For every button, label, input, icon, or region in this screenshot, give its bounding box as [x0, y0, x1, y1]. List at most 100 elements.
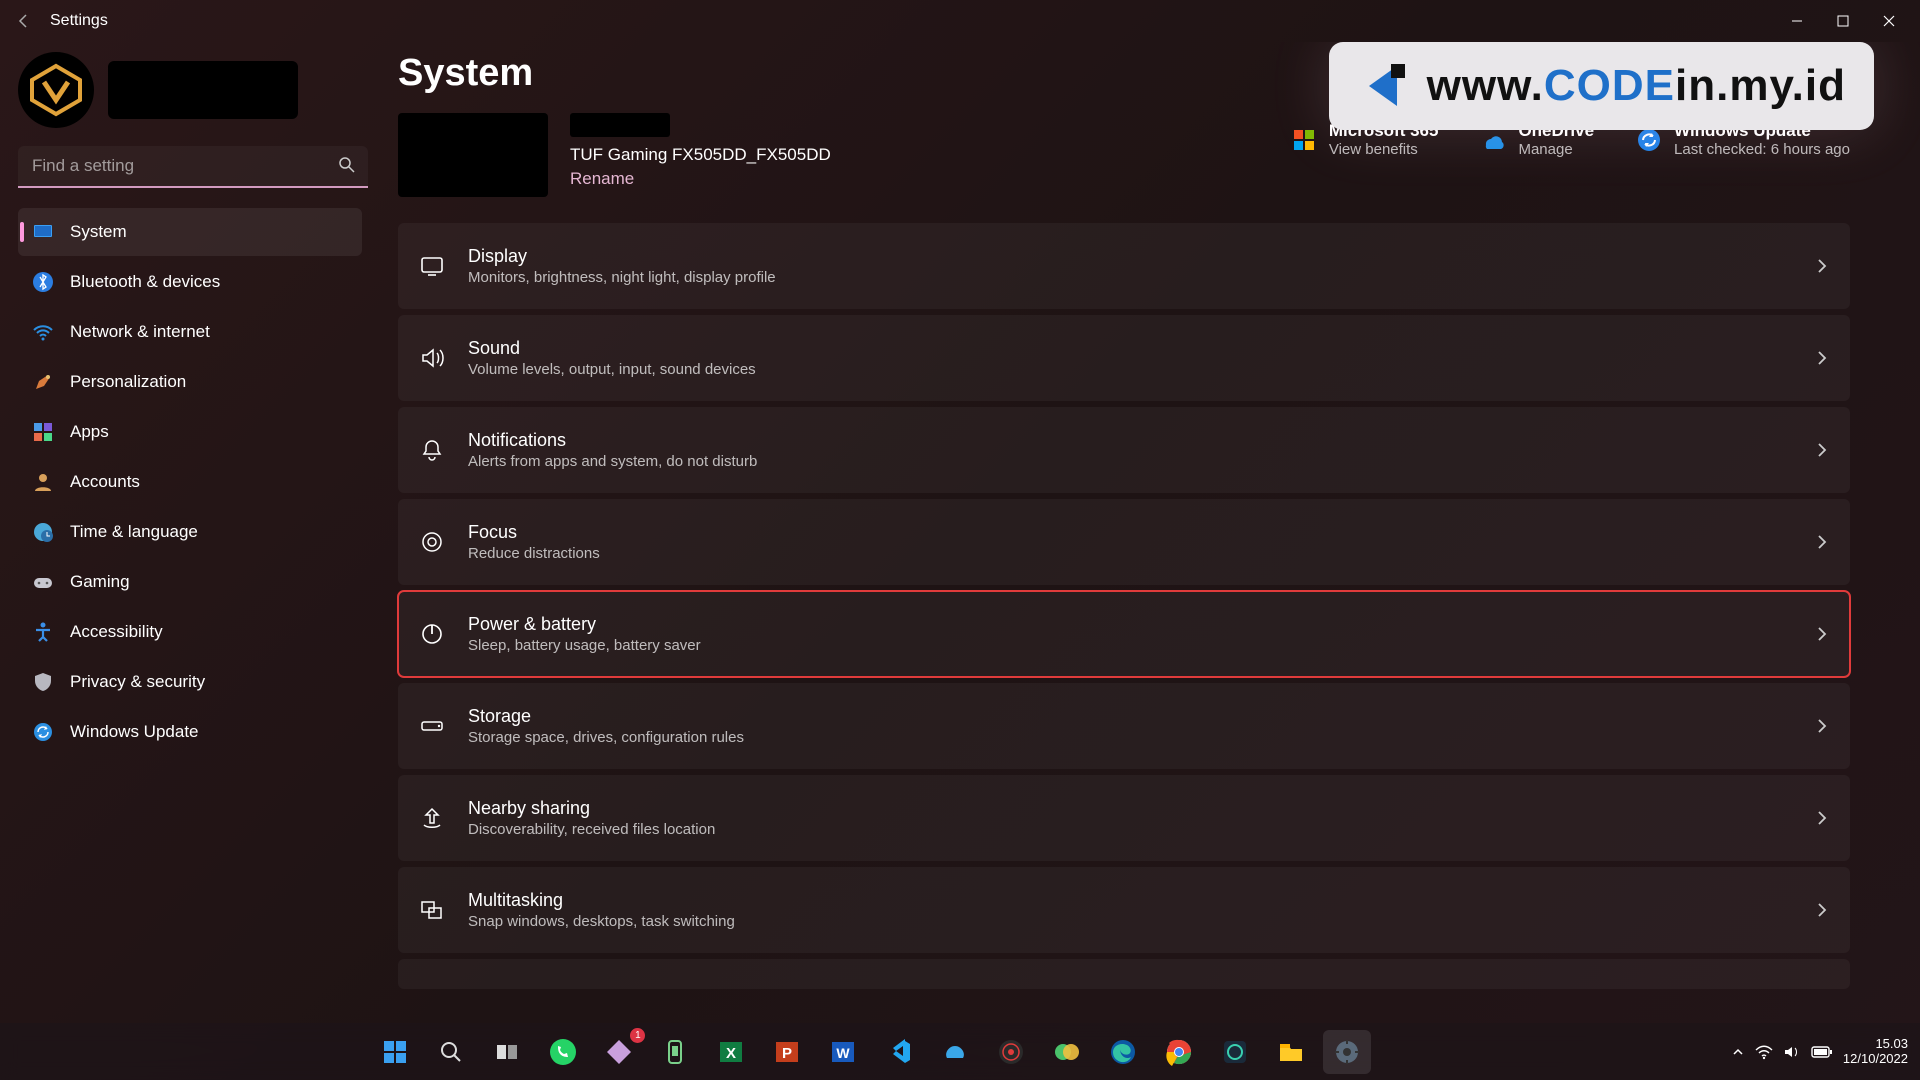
search-input[interactable] — [18, 146, 368, 188]
gamepad-icon — [32, 571, 54, 593]
chevron-right-icon — [1816, 258, 1828, 274]
nav-personalization[interactable]: Personalization — [18, 358, 362, 406]
chevron-right-icon — [1816, 718, 1828, 734]
nav-accessibility[interactable]: Accessibility — [18, 608, 362, 656]
avatar[interactable] — [18, 52, 94, 128]
app-pinned-2[interactable] — [651, 1030, 699, 1074]
nav-system[interactable]: System — [18, 208, 362, 256]
card-title: Notifications — [468, 430, 757, 451]
tray-time[interactable]: 15.03 — [1843, 1037, 1908, 1052]
chevron-right-icon — [1816, 442, 1828, 458]
apps-icon — [32, 421, 54, 443]
taskbar-search[interactable] — [427, 1030, 475, 1074]
start-button[interactable] — [371, 1030, 419, 1074]
whatsapp-icon[interactable] — [539, 1030, 587, 1074]
card-title: Display — [468, 246, 776, 267]
sound-icon — [418, 344, 446, 372]
chrome-icon[interactable] — [1155, 1030, 1203, 1074]
nav-label: Network & internet — [70, 322, 210, 342]
tile-sub: Manage — [1518, 141, 1594, 158]
titlebar: Settings — [0, 0, 1920, 42]
card-storage[interactable]: StorageStorage space, drives, configurat… — [398, 683, 1850, 769]
settings-app-icon[interactable] — [1323, 1030, 1371, 1074]
user-name-block — [108, 61, 298, 119]
chevron-right-icon — [1816, 350, 1828, 366]
nav-time-language[interactable]: Time & language — [18, 508, 362, 556]
wifi-icon — [32, 321, 54, 343]
chevron-right-icon — [1816, 534, 1828, 550]
nav-windows-update[interactable]: Windows Update — [18, 708, 362, 756]
app-pinned-3[interactable] — [931, 1030, 979, 1074]
app-pinned-1[interactable] — [595, 1030, 643, 1074]
card-display[interactable]: Display Monitors, brightness, night light… — [398, 223, 1850, 309]
window-title: Settings — [50, 12, 108, 30]
card-title: Power & battery — [468, 614, 701, 635]
card-power-battery[interactable]: Power & batterySleep, battery usage, bat… — [398, 591, 1850, 677]
file-explorer-icon[interactable] — [1267, 1030, 1315, 1074]
nav-label: System — [70, 222, 127, 242]
nav-gaming[interactable]: Gaming — [18, 558, 362, 606]
tray-wifi-icon[interactable] — [1755, 1044, 1773, 1060]
card-partial[interactable] — [398, 959, 1850, 989]
card-sub: Reduce distractions — [468, 545, 600, 562]
back-button[interactable] — [8, 5, 40, 37]
vscode-icon[interactable] — [875, 1030, 923, 1074]
nav-privacy[interactable]: Privacy & security — [18, 658, 362, 706]
rename-link[interactable]: Rename — [570, 169, 831, 189]
multitask-icon — [418, 896, 446, 924]
nav-label: Personalization — [70, 372, 186, 392]
nav-network[interactable]: Network & internet — [18, 308, 362, 356]
person-icon — [32, 471, 54, 493]
card-notifications[interactable]: Notifications Alerts from apps and system… — [398, 407, 1850, 493]
tray-volume-icon[interactable] — [1783, 1044, 1801, 1060]
excel-icon[interactable]: X — [707, 1030, 755, 1074]
nav-label: Windows Update — [70, 722, 199, 742]
paintbrush-icon — [32, 371, 54, 393]
task-view[interactable] — [483, 1030, 531, 1074]
edge-icon[interactable] — [1099, 1030, 1147, 1074]
power-icon — [418, 620, 446, 648]
chevron-right-icon — [1816, 810, 1828, 826]
svg-text:X: X — [726, 1045, 736, 1062]
tray-overflow-icon[interactable] — [1731, 1045, 1745, 1059]
card-multitasking[interactable]: MultitaskingSnap windows, desktops, task… — [398, 867, 1850, 953]
card-sub: Volume levels, output, input, sound devi… — [468, 361, 756, 378]
card-sound[interactable]: SoundVolume levels, output, input, sound… — [398, 315, 1850, 401]
nav-apps[interactable]: Apps — [18, 408, 362, 456]
card-sub: Storage space, drives, configuration rul… — [468, 729, 744, 746]
device-thumbnail — [398, 113, 548, 197]
nav-label: Gaming — [70, 572, 130, 592]
app-pinned-4[interactable] — [987, 1030, 1035, 1074]
app-pinned-5[interactable] — [1043, 1030, 1091, 1074]
nav-accounts[interactable]: Accounts — [18, 458, 362, 506]
search-icon — [338, 156, 356, 174]
close-button[interactable] — [1866, 5, 1912, 37]
watermark: www.CODEin.my.id — [1329, 42, 1874, 130]
app-pinned-6[interactable] — [1211, 1030, 1259, 1074]
nav-bluetooth[interactable]: Bluetooth & devices — [18, 258, 362, 306]
maximize-button[interactable] — [1820, 5, 1866, 37]
sidebar: System Bluetooth & devices Network & int… — [0, 42, 380, 1023]
card-nearby-sharing[interactable]: Nearby sharing Discoverability, received … — [398, 775, 1850, 861]
card-title: Nearby sharing — [468, 798, 715, 819]
device-model: TUF Gaming FX505DD_FX505DD — [570, 145, 831, 165]
card-sub: Alerts from apps and system, do not dist… — [468, 453, 757, 470]
chevron-right-icon — [1816, 902, 1828, 918]
tray-battery-icon[interactable] — [1811, 1045, 1833, 1059]
nav-label: Time & language — [70, 522, 198, 542]
chevron-right-icon — [1816, 626, 1828, 642]
device-name-redacted — [570, 113, 670, 137]
tray-date[interactable]: 12/10/2022 — [1843, 1052, 1908, 1067]
display-icon — [418, 252, 446, 280]
powerpoint-icon[interactable]: P — [763, 1030, 811, 1074]
word-icon[interactable]: W — [819, 1030, 867, 1074]
tile-sub: Last checked: 6 hours ago — [1674, 141, 1850, 158]
watermark-prefix: www. — [1427, 61, 1544, 110]
card-sub: Discoverability, received files location — [468, 821, 715, 838]
watermark-suffix: in.my.id — [1675, 61, 1846, 110]
taskbar: X P W 15.03 12/10/2022 — [0, 1023, 1920, 1080]
card-sub: Monitors, brightness, night light, displ… — [468, 269, 776, 286]
minimize-button[interactable] — [1774, 5, 1820, 37]
microsoft-icon — [1291, 127, 1317, 153]
card-focus[interactable]: FocusReduce distractions — [398, 499, 1850, 585]
